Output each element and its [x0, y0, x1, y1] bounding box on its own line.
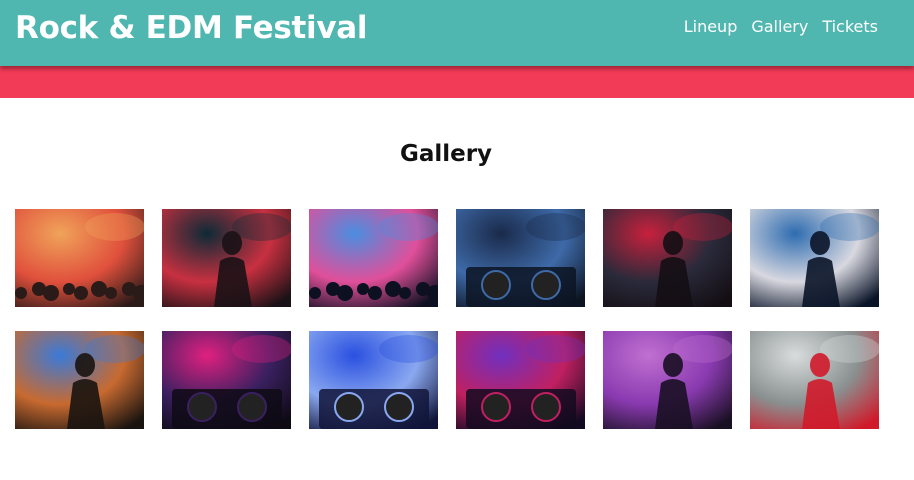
main-nav: Lineup Gallery Tickets	[684, 17, 878, 37]
top-navbar: Rock & EDM Festival Lineup Gallery Ticke…	[0, 0, 914, 66]
gallery-photo-dj-controller-purple[interactable]	[456, 331, 585, 429]
gallery-photo-edm-crowd-lights[interactable]	[309, 209, 438, 307]
photo-image	[309, 209, 438, 307]
gallery-photo-dj-mixer-blue[interactable]	[309, 331, 438, 429]
photo-image	[750, 331, 879, 429]
nav-link-tickets[interactable]: Tickets	[822, 17, 878, 37]
photo-image	[15, 331, 144, 429]
photo-image	[162, 209, 291, 307]
photo-image	[603, 331, 732, 429]
gallery-photo-dj-laptop-neon[interactable]	[162, 331, 291, 429]
nav-link-lineup[interactable]: Lineup	[684, 17, 738, 37]
photo-image	[603, 209, 732, 307]
photo-image	[456, 209, 585, 307]
photo-image	[456, 331, 585, 429]
gallery-heading: Gallery	[399, 141, 493, 167]
gallery-photo-two-guitarists-stage[interactable]	[603, 331, 732, 429]
gallery-photo-electric-guitar-closeup[interactable]	[15, 331, 144, 429]
nav-link-gallery[interactable]: Gallery	[751, 17, 808, 37]
site-title[interactable]: Rock & EDM Festival	[15, 9, 368, 47]
gallery-photo-guitarist-blue-stage[interactable]	[750, 209, 879, 307]
photo-image	[750, 209, 879, 307]
gallery-photo-crowd-concert-sunset[interactable]	[15, 209, 144, 307]
accent-band	[0, 66, 914, 98]
gallery-photo-rock-singer-stage[interactable]	[162, 209, 291, 307]
photo-image	[15, 209, 144, 307]
photo-image	[162, 331, 291, 429]
gallery-photo-singer-smoke[interactable]	[750, 331, 879, 429]
gallery-photo-dj-turntables[interactable]	[456, 209, 585, 307]
photo-image	[309, 331, 438, 429]
gallery-grid	[15, 209, 879, 429]
gallery-photo-guitarist-red-light[interactable]	[603, 209, 732, 307]
